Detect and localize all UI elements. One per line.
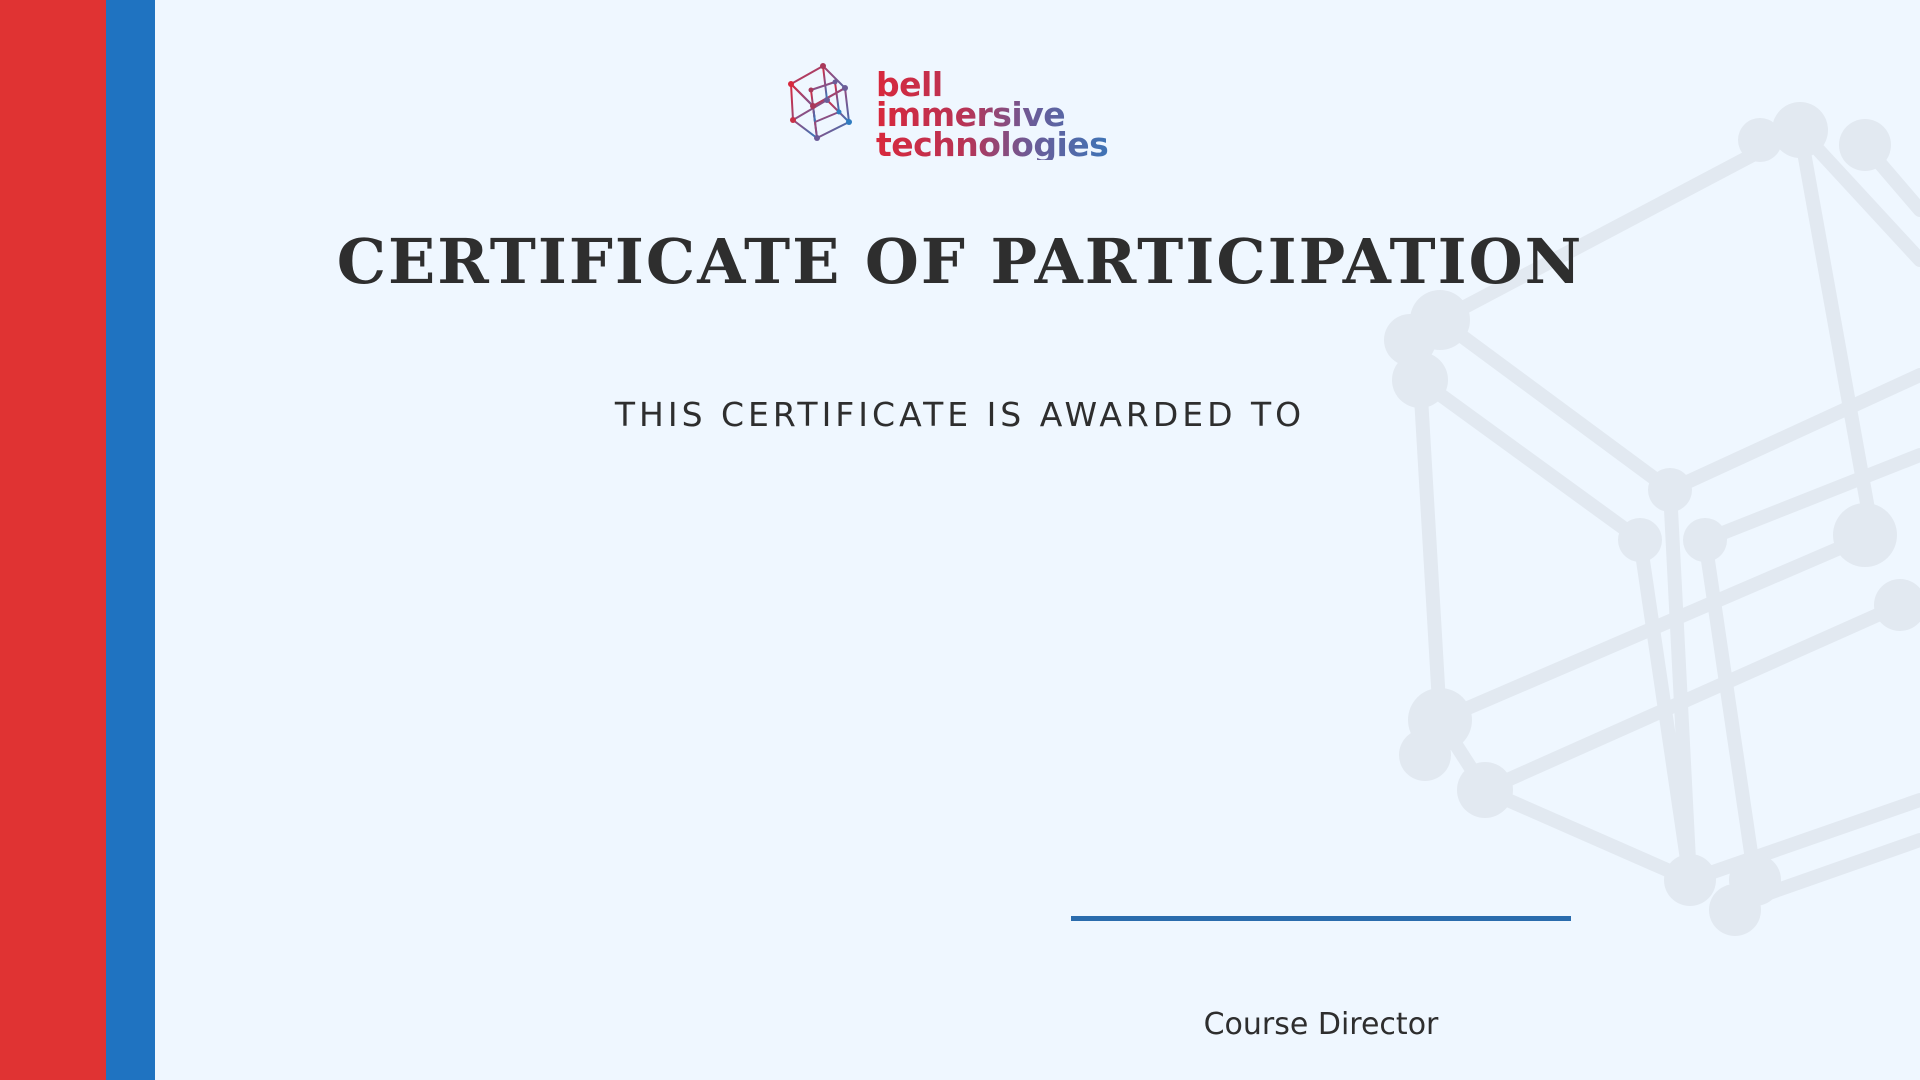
signature-line	[1071, 916, 1571, 921]
brand-wordmark: bell immersive technologies	[876, 68, 1135, 161]
cube-network-icon	[788, 63, 852, 141]
brand-name-line2: technologies	[876, 128, 1135, 161]
cube-network-watermark-icon	[1384, 102, 1920, 936]
brand-logo: bell immersive technologies	[783, 60, 1135, 161]
left-stripe-blue	[106, 0, 155, 1080]
awarded-to-label: THIS CERTIFICATE IS AWARDED TO	[614, 395, 1306, 434]
left-stripe-red	[0, 0, 106, 1080]
brand-name-line1: bell immersive	[876, 68, 1135, 131]
signature-label: Course Director	[1203, 1007, 1439, 1042]
certificate-title: CERTIFICATE OF PARTICIPATION	[336, 225, 1584, 298]
